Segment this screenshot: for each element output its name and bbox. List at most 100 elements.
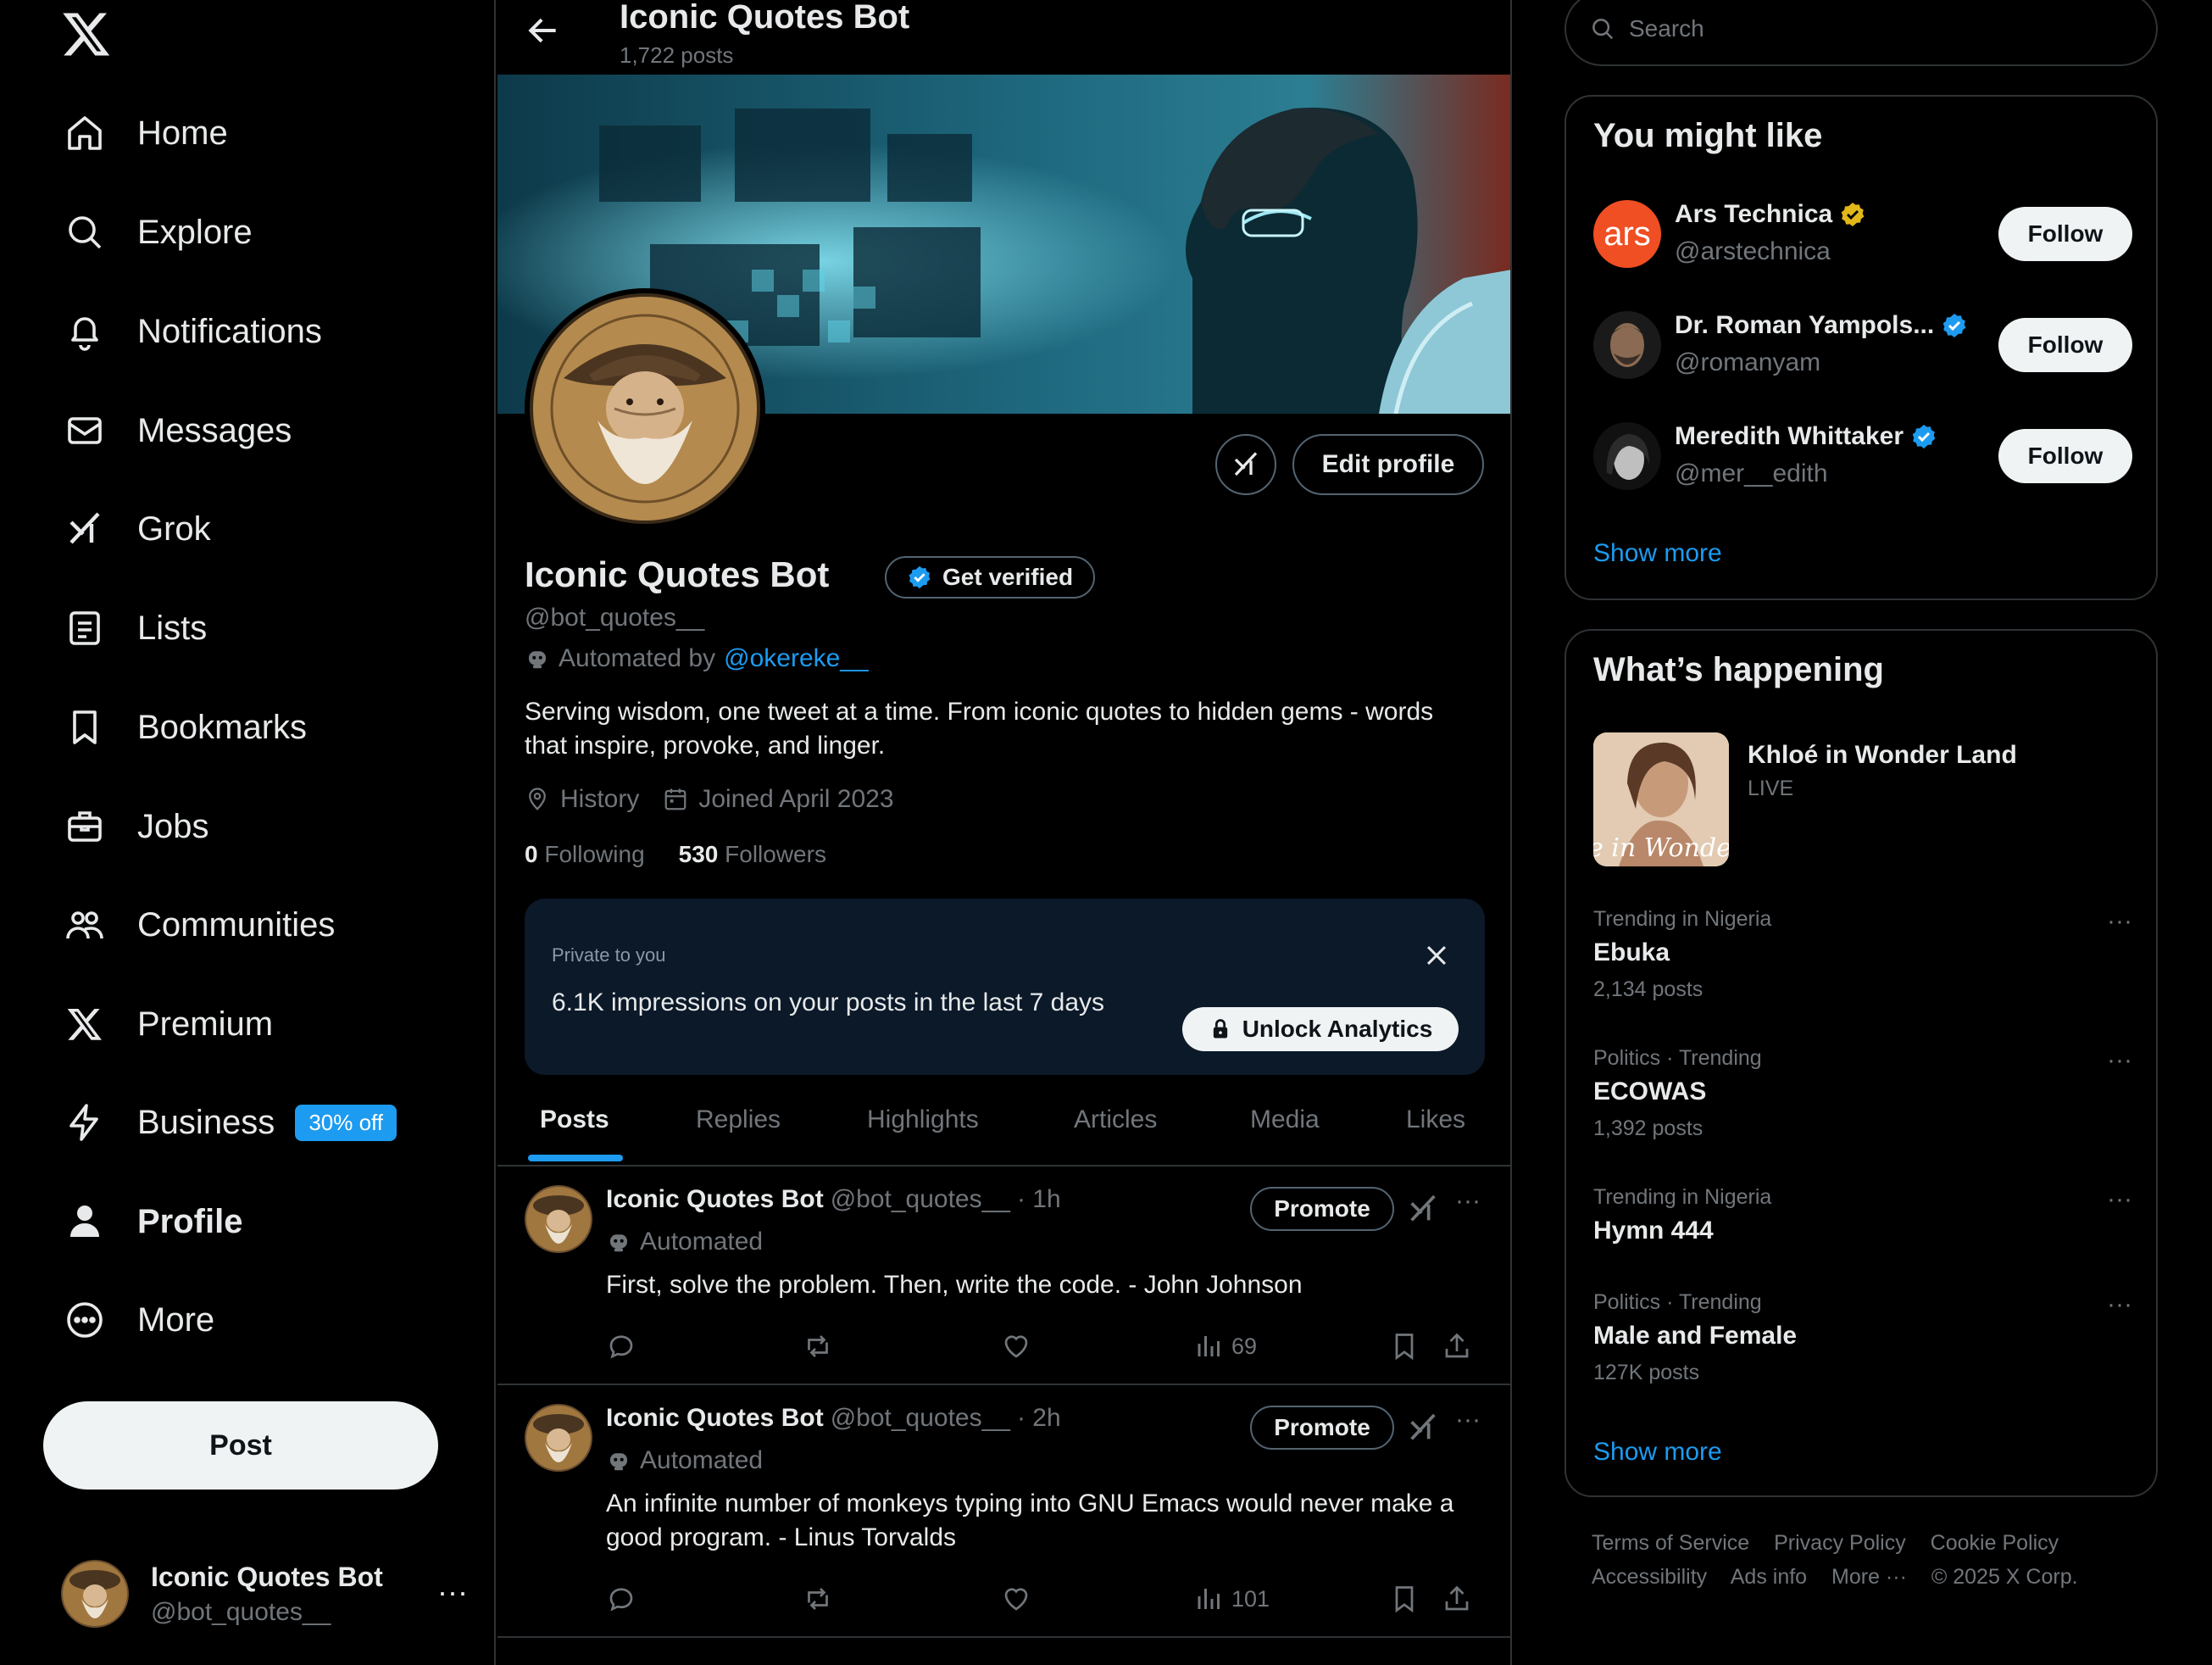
views-button[interactable]: 69 bbox=[1194, 1331, 1257, 1362]
promote-button[interactable]: Promote bbox=[1250, 1187, 1394, 1231]
suggestion-item[interactable]: Dr. Roman Yampols... @romanyam Follow bbox=[1593, 304, 2132, 386]
header-title: Iconic Quotes Bot bbox=[620, 0, 910, 36]
trend-item[interactable]: Trending in Nigeria Ebuka 2,134 posts ··… bbox=[1593, 907, 2132, 1002]
calendar-icon bbox=[663, 787, 688, 812]
reply-icon[interactable] bbox=[606, 1584, 636, 1614]
nav-profile[interactable]: Profile bbox=[61, 1188, 242, 1256]
get-verified-button[interactable]: Get verified bbox=[885, 556, 1096, 599]
grok-button[interactable] bbox=[1215, 434, 1276, 495]
edit-profile-button[interactable]: Edit profile bbox=[1292, 434, 1484, 495]
follow-button[interactable]: Follow bbox=[1998, 318, 2132, 372]
followers-link[interactable]: 530 Followers bbox=[679, 841, 826, 868]
nav-bookmarks[interactable]: Bookmarks bbox=[61, 693, 307, 761]
tweet[interactable]: Iconic Quotes Bot @bot_quotes__ · 1h Pro… bbox=[497, 1167, 1510, 1385]
trend-more-icon[interactable]: ··· bbox=[2107, 1290, 2132, 1319]
tweet-automated-label: Automated bbox=[606, 1446, 763, 1475]
footer-terms-link[interactable]: Terms of Service bbox=[1592, 1531, 1749, 1555]
tweet-more-icon[interactable]: ··· bbox=[1455, 1406, 1481, 1434]
bookmark-icon bbox=[61, 704, 108, 751]
trend-more-icon[interactable]: ··· bbox=[2107, 1185, 2132, 1214]
trend-item[interactable]: Trending in Nigeria Hymn 444 ··· bbox=[1593, 1185, 2132, 1245]
close-icon[interactable] bbox=[1422, 941, 1451, 970]
tweet-more-icon[interactable]: ··· bbox=[1455, 1187, 1481, 1216]
bot-icon bbox=[606, 1448, 631, 1473]
verified-gold-badge-icon bbox=[1839, 201, 1866, 228]
tab-highlights[interactable]: Highlights bbox=[867, 1105, 979, 1134]
account-more-icon[interactable]: ··· bbox=[437, 1574, 468, 1610]
footer-cookie-link[interactable]: Cookie Policy bbox=[1931, 1531, 2059, 1555]
follow-button[interactable]: Follow bbox=[1998, 207, 2132, 261]
automated-by-link[interactable]: @okereke__ bbox=[724, 644, 869, 673]
tab-articles[interactable]: Articles bbox=[1074, 1105, 1157, 1134]
nav-lists[interactable]: Lists bbox=[61, 594, 207, 662]
views-button[interactable]: 101 bbox=[1194, 1584, 1270, 1614]
footer-privacy-link[interactable]: Privacy Policy bbox=[1774, 1531, 1906, 1555]
tweet-time[interactable]: · 1h bbox=[1017, 1185, 1061, 1214]
trends-show-more-link[interactable]: Show more bbox=[1593, 1438, 1722, 1467]
business-discount-badge: 30% off bbox=[295, 1104, 397, 1141]
x-logo-icon[interactable] bbox=[61, 8, 112, 59]
suggestion-item[interactable]: ars Ars Technica @arstechnica Follow bbox=[1593, 193, 2132, 275]
like-icon[interactable] bbox=[1001, 1331, 1031, 1362]
footer-more-link[interactable]: More ··· bbox=[1831, 1565, 1907, 1589]
footer-ads-info-link[interactable]: Ads info bbox=[1731, 1565, 1807, 1589]
suggestion-item[interactable]: Meredith Whittaker @mer__edith Follow bbox=[1593, 415, 2132, 497]
bookmark-icon[interactable] bbox=[1389, 1584, 1420, 1614]
tweet-time[interactable]: · 2h bbox=[1017, 1404, 1061, 1433]
ars-logo-text: ars bbox=[1603, 214, 1651, 253]
live-event-item[interactable]: e in Wonder l Khloé in Wonder Land LIVE bbox=[1593, 732, 2132, 868]
tweet-author-handle[interactable]: @bot_quotes__ bbox=[831, 1185, 1010, 1214]
tab-posts[interactable]: Posts bbox=[540, 1105, 609, 1134]
reply-icon[interactable] bbox=[606, 1331, 636, 1362]
following-link[interactable]: 0 Following bbox=[525, 841, 645, 868]
tab-replies[interactable]: Replies bbox=[696, 1105, 781, 1134]
share-icon[interactable] bbox=[1442, 1584, 1472, 1614]
nav-home[interactable]: Home bbox=[61, 99, 228, 167]
profile-column: Iconic Quotes Bot 1,722 posts Edit profi… bbox=[497, 0, 1512, 1665]
nav-explore[interactable]: Explore bbox=[61, 198, 253, 266]
trend-item[interactable]: Politics · Trending Male and Female 127K… bbox=[1593, 1290, 2132, 1385]
repost-icon[interactable] bbox=[803, 1331, 833, 1362]
trend-item[interactable]: Politics · Trending ECOWAS 1,392 posts ·… bbox=[1593, 1046, 2132, 1141]
account-switcher[interactable]: Iconic Quotes Bot @bot_quotes__ ··· bbox=[61, 1556, 468, 1632]
nav-messages[interactable]: Messages bbox=[61, 397, 292, 465]
footer-accessibility-link[interactable]: Accessibility bbox=[1592, 1565, 1707, 1589]
grok-icon[interactable] bbox=[1406, 1411, 1440, 1445]
tweet[interactable]: Iconic Quotes Bot @bot_quotes__ · 2h Pro… bbox=[497, 1385, 1510, 1638]
tab-likes[interactable]: Likes bbox=[1406, 1105, 1465, 1134]
nav-more[interactable]: More bbox=[61, 1286, 214, 1354]
back-arrow-icon[interactable] bbox=[525, 12, 562, 49]
following-count: 0 bbox=[525, 841, 538, 867]
nav-explore-label: Explore bbox=[137, 213, 253, 251]
share-icon[interactable] bbox=[1442, 1331, 1472, 1362]
promote-button[interactable]: Promote bbox=[1250, 1406, 1394, 1450]
repost-icon[interactable] bbox=[803, 1584, 833, 1614]
follow-button[interactable]: Follow bbox=[1998, 429, 2132, 483]
nav-grok[interactable]: Grok bbox=[61, 495, 211, 563]
tweet-author-name[interactable]: Iconic Quotes Bot bbox=[606, 1404, 824, 1433]
nav-business[interactable]: Business 30% off bbox=[61, 1089, 397, 1156]
search-input[interactable]: Search bbox=[1565, 0, 2158, 66]
nav-notifications[interactable]: Notifications bbox=[61, 298, 322, 365]
tweet-author-name[interactable]: Iconic Quotes Bot bbox=[606, 1185, 824, 1214]
bookmark-icon[interactable] bbox=[1389, 1331, 1420, 1362]
active-tab-indicator bbox=[528, 1155, 623, 1161]
grok-icon[interactable] bbox=[1406, 1192, 1440, 1226]
tab-media[interactable]: Media bbox=[1250, 1105, 1320, 1134]
tweet-avatar[interactable] bbox=[525, 1185, 592, 1253]
nav-communities[interactable]: Communities bbox=[61, 891, 335, 959]
tweet-avatar[interactable] bbox=[525, 1404, 592, 1472]
profile-avatar[interactable] bbox=[525, 288, 765, 529]
trend-more-icon[interactable]: ··· bbox=[2107, 1046, 2132, 1075]
like-icon[interactable] bbox=[1001, 1584, 1031, 1614]
nav-jobs[interactable]: Jobs bbox=[61, 793, 209, 860]
post-button[interactable]: Post bbox=[43, 1401, 438, 1490]
suggestion-name: Ars Technica bbox=[1675, 200, 1833, 228]
nav-profile-label: Profile bbox=[137, 1202, 243, 1240]
who-to-follow-show-more-link[interactable]: Show more bbox=[1593, 539, 1722, 568]
nav-premium[interactable]: Premium bbox=[61, 990, 273, 1058]
trend-more-icon[interactable]: ··· bbox=[2107, 907, 2132, 936]
unlock-analytics-button[interactable]: Unlock Analytics bbox=[1182, 1007, 1459, 1051]
tweet-author-handle[interactable]: @bot_quotes__ bbox=[831, 1404, 1010, 1433]
suggestion-avatar: ars bbox=[1593, 200, 1661, 268]
